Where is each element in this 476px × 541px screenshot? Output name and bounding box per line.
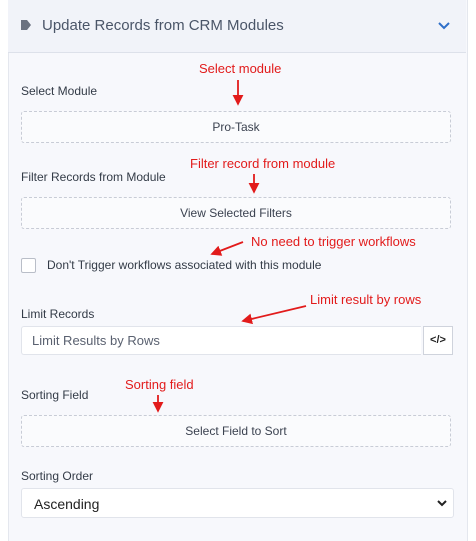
arrow-no-trigger <box>210 241 244 256</box>
annotation-arrows <box>152 80 307 413</box>
arrow-limit <box>241 305 307 325</box>
